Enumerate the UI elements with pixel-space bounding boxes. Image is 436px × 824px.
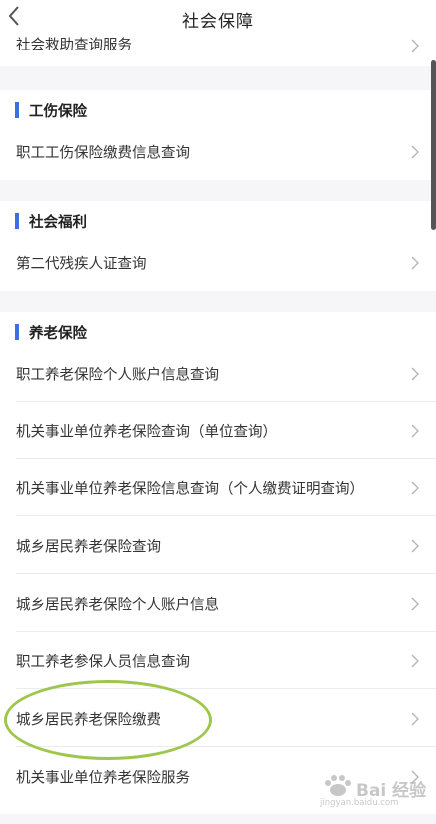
list-item-institution-payment-proof[interactable]: 机关事业单位养老保险信息查询（个人缴费证明查询） [0,459,436,516]
list-item-insured-person-query[interactable]: 职工养老参保人员信息查询 [0,632,436,689]
section-accent-bar [15,324,19,340]
chevron-right-icon [411,256,419,269]
chevron-right-icon [411,712,419,725]
watermark-url: jingyan.baidu.com [320,798,399,808]
chevron-right-icon [411,597,419,610]
section-gap [0,180,436,202]
list-item-injury-payment[interactable]: 职工工伤保险缴费信息查询 [0,123,436,180]
chevron-right-icon [411,481,419,494]
section-title: 工伤保险 [29,104,87,120]
list-item-label: 第二代残疾人证查询 [16,256,147,272]
list-item-label: 职工养老保险个人账户信息查询 [16,367,219,383]
chevron-right-icon [411,654,419,667]
chevron-right-icon [411,145,419,158]
list-item-label: 机关事业单位养老保险查询（单位查询） [16,424,277,440]
nav-bar: 社会保障 [0,0,436,34]
list-item-label: 机关事业单位养老保险信息查询（个人缴费证明查询） [16,481,364,497]
list-item-disability-card[interactable]: 第二代残疾人证查询 [0,234,436,291]
section-accent-bar [15,102,19,118]
list-item-resident-pension-query[interactable]: 城乡居民养老保险查询 [0,517,436,574]
section-title: 社会福利 [29,215,87,231]
list-item-label: 城乡居民养老保险个人账户信息 [16,597,219,613]
list-item-label: 城乡居民养老保险查询 [16,539,161,555]
section-title: 养老保险 [29,326,87,342]
list-item-label: 机关事业单位养老保险服务 [16,770,190,786]
scrollbar[interactable] [431,60,436,230]
list-item-pension-account[interactable]: 职工养老保险个人账户信息查询 [0,345,436,402]
chevron-right-icon [411,39,419,53]
paw-logo-icon [325,775,351,796]
baidu-jingyan-watermark: Bai 经验 jingyan.baidu.com [318,772,428,816]
chevron-right-icon [411,367,419,380]
divider [16,515,436,516]
list-item-resident-pension-account[interactable]: 城乡居民养老保险个人账户信息 [0,575,436,632]
page-title: 社会保障 [182,12,254,32]
list-item-institution-unit-query[interactable]: 机关事业单位养老保险查询（单位查询） [0,402,436,459]
section-gap [0,66,436,90]
chevron-right-icon [411,539,419,552]
divider [16,573,436,574]
chevron-right-icon [411,424,419,437]
list-item-label: 职工工伤保险缴费信息查询 [16,145,190,161]
highlight-circle [4,680,212,760]
section-gap [0,291,436,313]
list-item-label: 职工养老参保人员信息查询 [16,654,190,670]
list-item-label: 社会救助查询服务 [16,38,132,50]
section-accent-bar [15,213,19,229]
